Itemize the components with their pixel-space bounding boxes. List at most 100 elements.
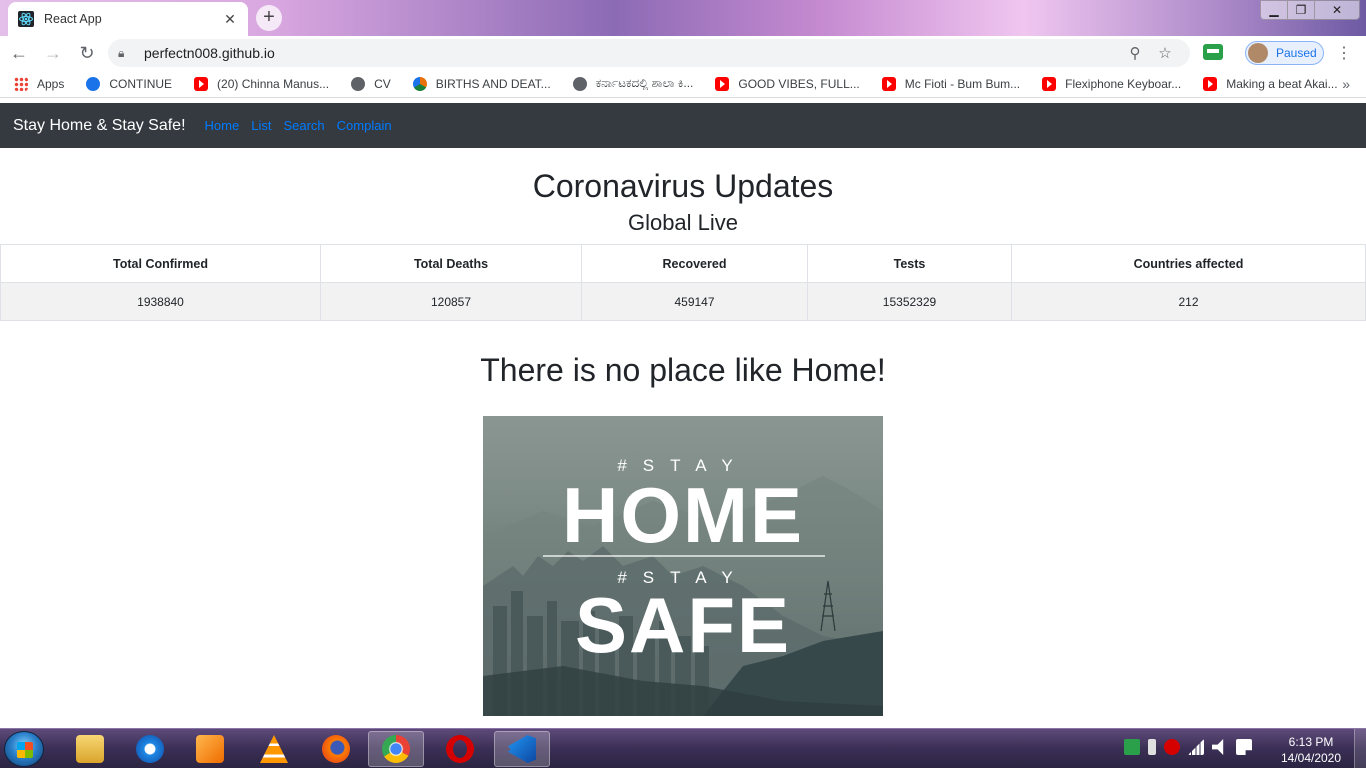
column-header: Total Confirmed xyxy=(0,244,321,283)
browser-titlebar: React App ✕ + ▁ ❐ ✕ xyxy=(0,0,1366,36)
profile-button[interactable]: Paused xyxy=(1245,41,1324,65)
tray-action-center-icon[interactable] xyxy=(1236,739,1252,755)
taskbar-clock[interactable]: 6:13 PM 14/04/2020 xyxy=(1276,734,1346,766)
bookmark-label: Mc Fioti - Bum Bum... xyxy=(904,76,1021,91)
nav-link-list[interactable]: List xyxy=(251,118,271,133)
youtube-icon xyxy=(715,76,730,91)
close-window-button[interactable]: ✕ xyxy=(1314,0,1360,20)
bookmark-label: CONTINUE xyxy=(109,76,173,91)
taskbar-internet-explorer[interactable] xyxy=(122,731,178,767)
avatar xyxy=(1248,43,1268,63)
bookmark-item[interactable]: Flexiphone Keyboar... xyxy=(1042,76,1182,91)
bookmark-item[interactable]: (20) Chinna Manus... xyxy=(194,76,329,91)
stay-home-poster: #STAY HOME #STAY SAFE xyxy=(483,416,883,716)
taskbar-opera[interactable] xyxy=(432,731,488,767)
minimize-button[interactable]: ▁ xyxy=(1260,0,1288,20)
bookmark-label: ಕರ್ನಾಟಕದಲ್ಲಿ ಶಾಲಾ ಕಿ... xyxy=(595,76,694,90)
taskbar-media-player[interactable] xyxy=(182,731,238,767)
bookmark-item[interactable]: ಕರ್ನಾಟಕದಲ್ಲಿ ಶಾಲಾ ಕಿ... xyxy=(572,76,694,91)
recovered-value: 459147 xyxy=(581,282,808,321)
lock-icon: 🔒︎ xyxy=(118,45,125,60)
bookmark-label: GOOD VIBES, FULL... xyxy=(738,76,860,91)
taskbar-vscode[interactable] xyxy=(494,731,550,767)
extension-icon[interactable] xyxy=(1203,44,1223,60)
reload-button[interactable]: ↻ xyxy=(72,38,102,68)
bookmark-item[interactable]: CONTINUE xyxy=(86,76,173,91)
bookmark-item[interactable]: Making a beat Akai... xyxy=(1203,76,1338,91)
address-bar[interactable]: 🔒︎ perfectn008.github.io ⚲ ☆ xyxy=(108,39,1190,67)
apps-icon xyxy=(14,76,28,91)
navbar-brand[interactable]: Stay Home & Stay Safe! xyxy=(13,117,186,135)
folder-icon xyxy=(76,735,104,763)
page-subtitle: Global Live xyxy=(627,210,739,235)
clock-date: 14/04/2020 xyxy=(1280,751,1342,765)
bookmark-label: Making a beat Akai... xyxy=(1226,76,1338,91)
zoom-icon[interactable]: ⚲ xyxy=(1120,44,1150,62)
tests-value: 15352329 xyxy=(807,282,1012,321)
taskbar-firefox[interactable] xyxy=(308,731,364,767)
vscode-icon xyxy=(508,735,536,763)
taskbar-vlc[interactable] xyxy=(246,731,302,767)
bookmark-star-icon[interactable]: ☆ xyxy=(1150,44,1180,62)
stats-table: Total Confirmed Total Deaths Recovered T… xyxy=(0,244,1366,321)
column-header: Tests xyxy=(807,244,1012,283)
taskbar-file-explorer[interactable] xyxy=(62,731,118,767)
tab-close-icon[interactable]: ✕ xyxy=(222,11,238,28)
column-header: Recovered xyxy=(581,244,808,283)
column-header: Countries affected xyxy=(1011,244,1366,283)
table-row: 1938840 120857 459147 15352329 212 xyxy=(0,282,1366,321)
browser-tab[interactable]: React App ✕ xyxy=(8,2,248,36)
countries-affected-value: 212 xyxy=(1011,282,1366,321)
poster-safe-text: SAFE xyxy=(574,581,792,669)
maximize-button[interactable]: ❐ xyxy=(1287,0,1315,20)
globe-icon xyxy=(572,76,587,91)
column-header: Total Deaths xyxy=(320,244,582,283)
bookmarks-overflow-icon[interactable]: » xyxy=(1342,76,1350,92)
table-header-row: Total Confirmed Total Deaths Recovered T… xyxy=(0,244,1366,283)
tray-volume-icon[interactable] xyxy=(1212,739,1224,755)
start-button[interactable] xyxy=(4,731,44,767)
forward-button[interactable]: → xyxy=(38,38,68,68)
taskbar-chrome[interactable] xyxy=(368,731,424,767)
bookmark-label: CV xyxy=(374,76,391,91)
opera-icon xyxy=(446,735,474,763)
profile-status: Paused xyxy=(1276,46,1317,60)
youtube-icon xyxy=(1042,76,1057,91)
new-tab-button[interactable]: + xyxy=(256,5,282,31)
system-tray xyxy=(1124,739,1252,755)
tab-title: React App xyxy=(44,12,102,26)
tray-extension-icon[interactable] xyxy=(1124,739,1140,755)
tray-opera-icon[interactable] xyxy=(1164,739,1180,755)
url-text[interactable]: perfectn008.github.io xyxy=(144,45,1120,61)
tray-battery-icon[interactable] xyxy=(1148,739,1156,755)
media-player-icon xyxy=(196,735,224,763)
tray-signal-icon[interactable] xyxy=(1188,739,1204,755)
nav-link-search[interactable]: Search xyxy=(283,118,324,133)
show-desktop-button[interactable] xyxy=(1354,729,1366,768)
bookmark-item[interactable]: CV xyxy=(351,76,391,91)
app-navbar: Stay Home & Stay Safe! Home List Search … xyxy=(0,103,1366,148)
bookmark-item[interactable]: Apps xyxy=(14,76,64,91)
total-confirmed-value: 1938840 xyxy=(0,282,321,321)
browser-toolbar: ← → ↻ 🔒︎ perfectn008.github.io ⚲ ☆ Pause… xyxy=(0,36,1366,70)
bookmark-label: Flexiphone Keyboar... xyxy=(1065,76,1182,91)
total-deaths-value: 120857 xyxy=(320,282,582,321)
youtube-icon xyxy=(194,76,209,91)
page-title: Coronavirus Updates xyxy=(532,168,834,204)
nav-link-complain[interactable]: Complain xyxy=(337,118,392,133)
windows-taskbar: 6:13 PM 14/04/2020 xyxy=(0,728,1366,768)
firefox-icon xyxy=(322,735,350,763)
poster-home-text: HOME xyxy=(562,471,804,559)
clock-time: 6:13 PM xyxy=(1288,735,1334,749)
bookmark-item[interactable]: BIRTHS AND DEAT... xyxy=(412,76,551,91)
nav-link-home[interactable]: Home xyxy=(205,118,240,133)
browser-menu-icon[interactable]: ⋮ xyxy=(1336,43,1352,63)
bookmark-label: BIRTHS AND DEAT... xyxy=(435,76,551,91)
tagline-heading: There is no place like Home! xyxy=(480,352,886,388)
download-icon xyxy=(86,76,101,91)
bookmark-item[interactable]: GOOD VIBES, FULL... xyxy=(715,76,860,91)
back-button[interactable]: ← xyxy=(4,38,34,68)
bookmark-item[interactable]: Mc Fioti - Bum Bum... xyxy=(881,76,1021,91)
youtube-icon xyxy=(881,76,896,91)
vlc-icon xyxy=(260,735,288,763)
